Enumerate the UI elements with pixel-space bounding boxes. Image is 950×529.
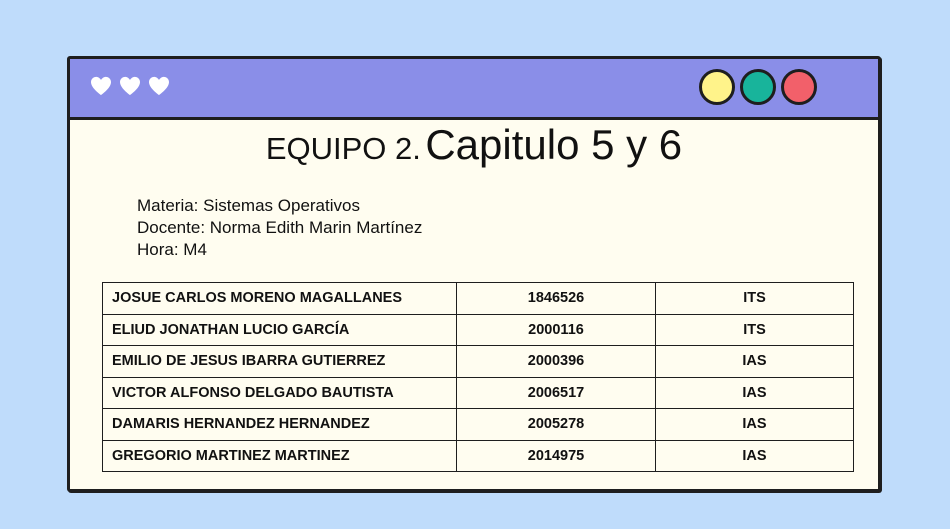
- heart-icon: [120, 76, 140, 96]
- table-row: ELIUD JONATHAN LUCIO GARCÍA 2000116 ITS: [102, 313, 854, 346]
- presentation-window: EQUIPO 2. Capitulo 5 y 6 Materia: Sistem…: [67, 56, 881, 492]
- member-name-cell: GREGORIO MARTINEZ MARTINEZ: [102, 439, 457, 472]
- member-id-cell: 1846526: [456, 282, 656, 315]
- member-name-cell: VICTOR ALFONSO DELGADO BAUTISTA: [102, 376, 457, 409]
- hearts-group: [90, 76, 170, 96]
- window-buttons: [699, 69, 817, 105]
- yellow-circle-button[interactable]: [699, 69, 735, 105]
- course-info: Materia: Sistemas Operativos Docente: No…: [137, 195, 422, 261]
- table-row: EMILIO DE JESUS IBARRA GUTIERREZ 2000396…: [102, 345, 854, 378]
- page-title: EQUIPO 2. Capitulo 5 y 6: [70, 121, 878, 169]
- member-career-cell: IAS: [655, 408, 854, 441]
- table-row: DAMARIS HERNANDEZ HERNANDEZ 2005278 IAS: [102, 408, 854, 441]
- hour-line: Hora: M4: [137, 240, 207, 259]
- heart-icon: [91, 76, 111, 96]
- teacher-line: Docente: Norma Edith Marin Martínez: [137, 218, 423, 237]
- red-circle-button[interactable]: [781, 69, 817, 105]
- heart-icon: [149, 76, 169, 96]
- member-id-cell: 2005278: [456, 408, 656, 441]
- member-career-cell: ITS: [655, 282, 854, 315]
- title-main: Capitulo 5 y 6: [425, 121, 683, 168]
- member-name-cell: JOSUE CARLOS MORENO MAGALLANES: [102, 282, 457, 315]
- member-name-cell: DAMARIS HERNANDEZ HERNANDEZ: [102, 408, 457, 441]
- member-id-cell: 2006517: [456, 376, 656, 409]
- table-row: VICTOR ALFONSO DELGADO BAUTISTA 2006517 …: [102, 376, 854, 409]
- teal-circle-button[interactable]: [740, 69, 776, 105]
- member-career-cell: IAS: [655, 439, 854, 472]
- member-career-cell: IAS: [655, 376, 854, 409]
- window-titlebar: [70, 59, 878, 120]
- member-career-cell: IAS: [655, 345, 854, 378]
- subject-line: Materia: Sistemas Operativos: [137, 196, 360, 215]
- title-prefix: EQUIPO 2.: [265, 131, 421, 166]
- member-name-cell: EMILIO DE JESUS IBARRA GUTIERREZ: [102, 345, 457, 378]
- table-row: GREGORIO MARTINEZ MARTINEZ 2014975 IAS: [102, 439, 854, 472]
- member-id-cell: 2000396: [456, 345, 656, 378]
- table-row: JOSUE CARLOS MORENO MAGALLANES 1846526 I…: [102, 282, 854, 315]
- member-id-cell: 2000116: [456, 313, 656, 346]
- member-id-cell: 2014975: [456, 439, 656, 472]
- member-name-cell: ELIUD JONATHAN LUCIO GARCÍA: [102, 313, 457, 346]
- member-career-cell: ITS: [655, 313, 854, 346]
- team-table: JOSUE CARLOS MORENO MAGALLANES 1846526 I…: [102, 282, 854, 472]
